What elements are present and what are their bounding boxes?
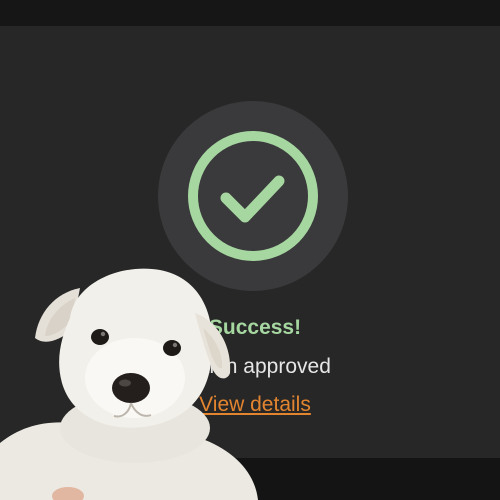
puppy-photo bbox=[0, 268, 258, 500]
top-bar bbox=[0, 0, 500, 26]
screen: Success! Action approved View details bbox=[0, 0, 500, 500]
